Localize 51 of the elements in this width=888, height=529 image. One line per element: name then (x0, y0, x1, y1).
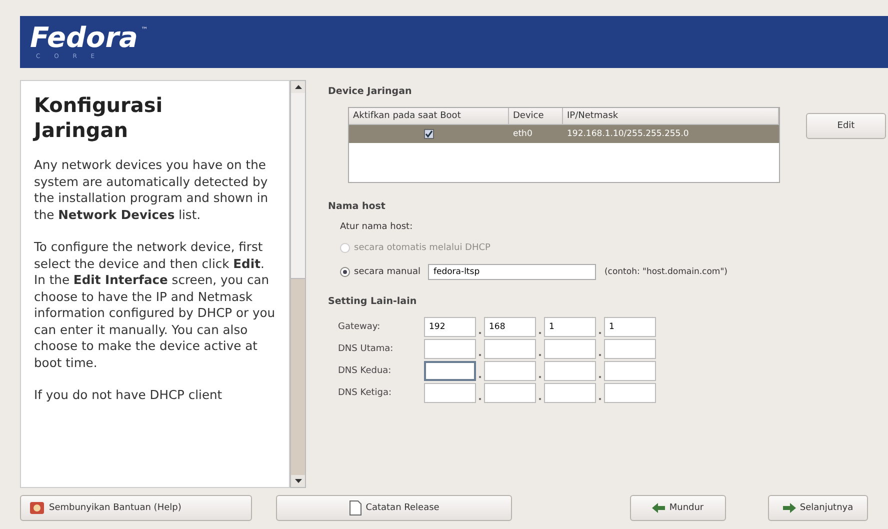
octet-field[interactable] (424, 361, 476, 381)
table-cell-text: eth0 (512, 129, 534, 139)
scrollbar[interactable] (290, 80, 306, 488)
octet-field[interactable] (544, 339, 596, 359)
field-label: DNS Ketiga: (338, 388, 393, 398)
help-title: Konfigurasi Jaringan (34, 93, 164, 143)
fedora-logo: Fedora (30, 23, 138, 53)
field-label: Gateway: (338, 322, 382, 332)
column-header[interactable]: Device (509, 108, 563, 124)
column-header[interactable]: IP/Netmask (563, 108, 779, 124)
scroll-down-icon[interactable] (291, 475, 305, 487)
back-button[interactable]: Mundur (630, 495, 726, 521)
octet-field[interactable]: 1 (544, 317, 596, 337)
octet-field[interactable] (484, 361, 536, 381)
octet-field[interactable] (604, 383, 656, 403)
field-label: Atur nama host: (340, 222, 414, 232)
octet-field[interactable] (424, 339, 476, 359)
octet-field[interactable] (484, 383, 536, 403)
octet-field[interactable] (544, 361, 596, 381)
help-paragraph: To configure the network device, first select the device and then click Edit. In the Edit Interface screen, you can choose to have the IP and Netmask information configured by DHCP or you can enter it manually. You can also choose to make the device active at boot time. (34, 239, 276, 371)
field-label: DNS Kedua: (338, 366, 392, 376)
help-paragraph: If you do not have DHCP client (34, 387, 224, 404)
octet-field[interactable] (544, 383, 596, 403)
device-row[interactable]: eth0 192.168.1.10/255.255.255.0 (349, 125, 779, 143)
hostname-field[interactable]: fedora-ltsp (428, 264, 596, 280)
hint-text: (contoh: "host.domain.com") (604, 267, 728, 277)
octet-field[interactable] (424, 383, 476, 403)
column-header[interactable]: Aktifkan pada saat Boot (349, 108, 509, 124)
right-arrow-icon (782, 503, 796, 513)
radio-label[interactable]: secara manual (354, 267, 420, 277)
octet-field[interactable]: 1 (604, 317, 656, 337)
left-arrow-icon (652, 503, 666, 513)
section-heading: Setting Lain-lain (328, 296, 418, 307)
next-button[interactable]: Selanjutnya (768, 495, 868, 521)
octet-field[interactable] (484, 339, 536, 359)
checkbox[interactable] (424, 129, 434, 139)
octet-field[interactable]: 192 (424, 317, 476, 337)
octet-field[interactable] (604, 339, 656, 359)
scroll-up-icon[interactable] (291, 81, 305, 93)
help-paragraph: Any network devices you have on the system are automatically detected by the installation program and shown in the Network Devices list. (34, 157, 270, 223)
section-heading: Nama host (328, 201, 386, 212)
field-label: DNS Utama: (338, 344, 394, 354)
section-heading: Device Jaringan (328, 86, 413, 97)
table-cell-text: 192.168.1.10/255.255.255.0 (566, 129, 690, 139)
release-notes-button[interactable]: Catatan Release (276, 495, 512, 521)
edit-button[interactable]: Edit (806, 113, 886, 139)
octet-field[interactable]: 168 (484, 317, 536, 337)
radio-button[interactable] (340, 267, 350, 277)
octet-field[interactable] (604, 361, 656, 381)
document-icon (348, 500, 362, 516)
hide-help-button[interactable]: Sembunyikan Bantuan (Help) (20, 495, 252, 521)
